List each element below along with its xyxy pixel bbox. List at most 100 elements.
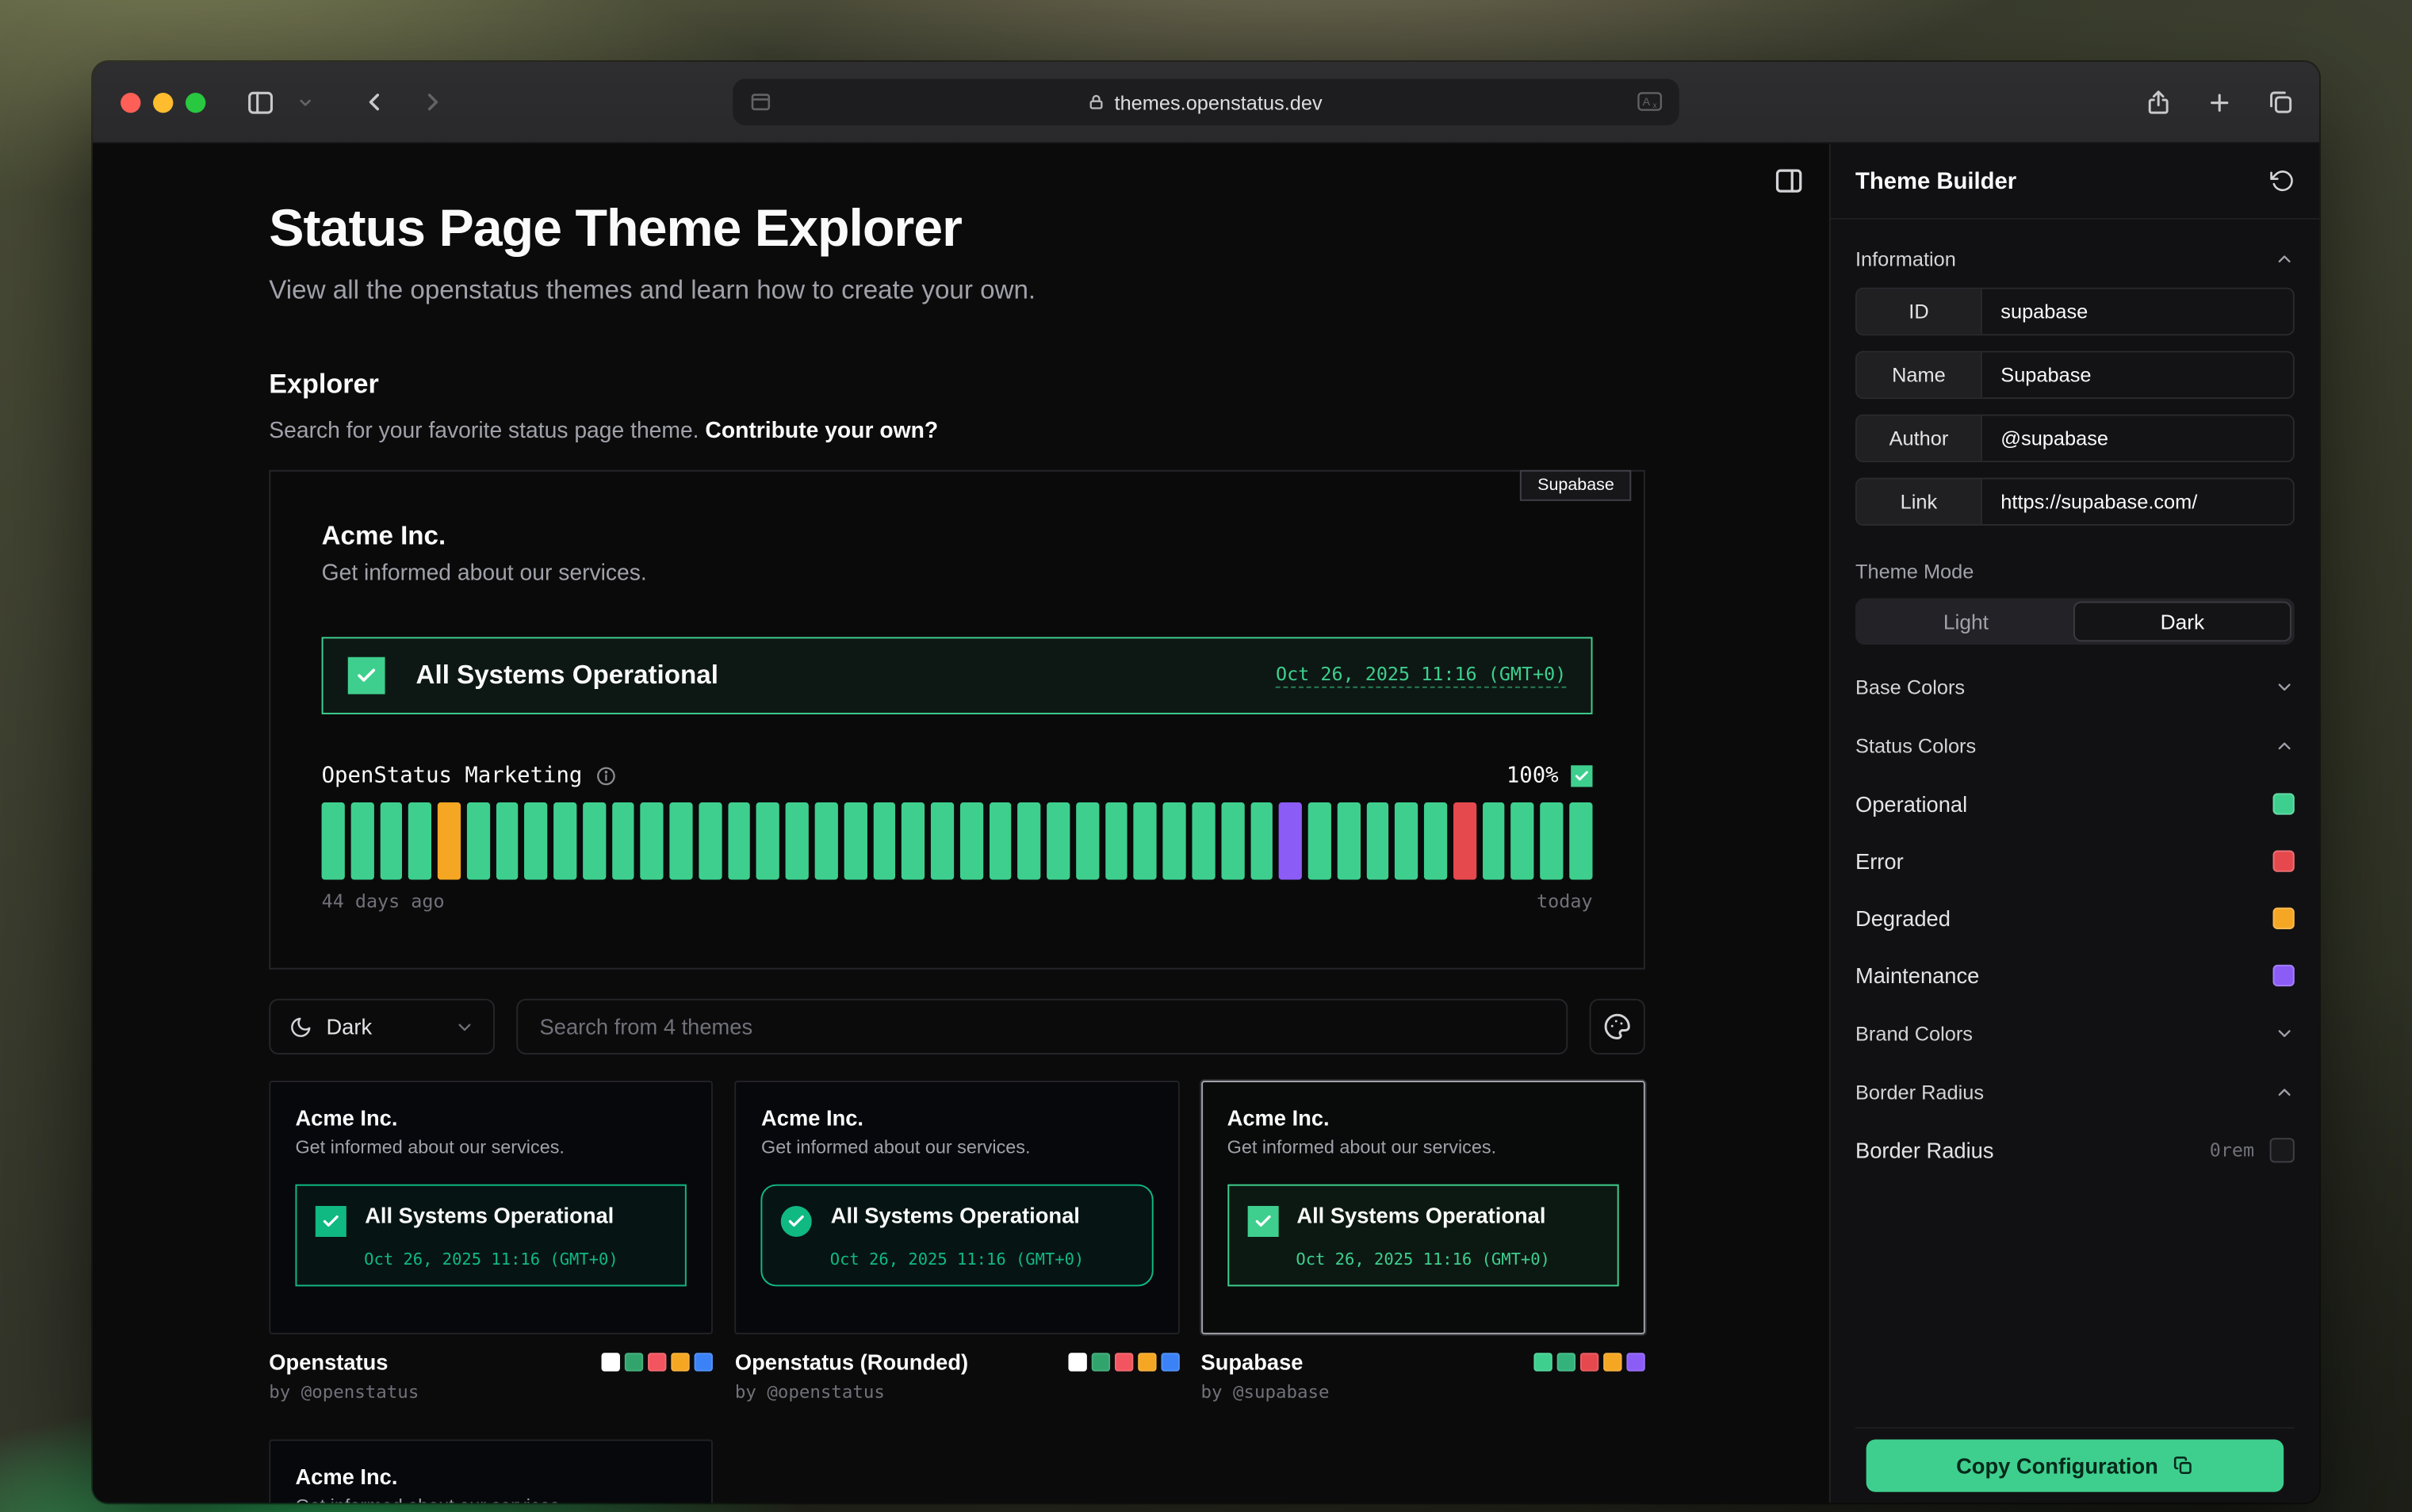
mini-status-label: All Systems Operational	[1296, 1201, 1545, 1231]
status-banner-timestamp[interactable]: Oct 26, 2025 11:16 (GMT+0)	[1276, 664, 1566, 688]
status-color-swatch[interactable]	[2273, 850, 2295, 871]
share-icon[interactable]	[2145, 87, 2173, 117]
tracker-bar	[350, 802, 373, 880]
contribute-link[interactable]: Contribute your own?	[705, 419, 938, 443]
desktop: themes.openstatus.dev Ax	[0, 0, 2412, 1512]
status-color-swatch[interactable]	[2273, 964, 2295, 986]
svg-text:x: x	[1653, 101, 1657, 110]
chevron-down-icon	[2274, 676, 2294, 696]
tracker-bar	[844, 802, 867, 880]
status-banner: All Systems Operational Oct 26, 2025 11:…	[322, 637, 1593, 714]
theme-name[interactable]: Openstatus	[269, 1349, 388, 1374]
theme-swatch	[625, 1353, 643, 1371]
tracker-bar	[1279, 802, 1302, 880]
info-field-label: ID	[1857, 289, 1982, 335]
forward-icon[interactable]	[419, 88, 446, 116]
new-tab-icon[interactable]	[2207, 89, 2233, 115]
tracker-bar	[438, 802, 461, 880]
mini-status-banner: All Systems Operational Oct 26, 2025 11:…	[761, 1185, 1153, 1287]
section-status-colors[interactable]: Status Colors	[1855, 716, 2295, 775]
main-content: Status Page Theme Explorer View all the …	[93, 144, 1829, 1502]
uptime-tracker	[322, 802, 1593, 880]
section-brand-colors[interactable]: Brand Colors	[1855, 1004, 2295, 1062]
theme-mode-dropdown[interactable]: Dark	[269, 999, 495, 1055]
theme-builder-panel: Theme Builder Information	[1829, 144, 2319, 1502]
page-menu-icon[interactable]	[748, 90, 773, 114]
panel-toggle-icon[interactable]	[1774, 166, 1805, 197]
theme-swatch	[1557, 1353, 1575, 1371]
tracker-bar	[612, 802, 635, 880]
info-field-label: Link	[1857, 480, 1982, 525]
zoom-window-button[interactable]	[186, 92, 205, 112]
status-color-swatch[interactable]	[2273, 792, 2295, 813]
explorer-description-text: Search for your favorite status page the…	[269, 419, 699, 443]
theme-name[interactable]: Supabase	[1200, 1349, 1303, 1374]
close-window-button[interactable]	[121, 92, 140, 112]
section-label: Information	[1855, 247, 1956, 270]
moon-icon	[289, 1015, 312, 1038]
theme-author: by @supabase	[1200, 1380, 1644, 1402]
theme-grid: Acme Inc. Get informed about our service…	[269, 1081, 1645, 1403]
tracker-bar	[322, 802, 345, 880]
theme-name[interactable]: Openstatus (Rounded)	[735, 1349, 968, 1374]
theme-swatch	[602, 1353, 620, 1371]
theme-card-openstatus-rounded[interactable]: Acme Inc. Get informed about our service…	[735, 1081, 1179, 1334]
info-field-value[interactable]: https://supabase.com/	[1982, 480, 2293, 525]
url-bar[interactable]: themes.openstatus.dev Ax	[733, 78, 1679, 124]
theme-card-openstatus[interactable]: Acme Inc. Get informed about our service…	[269, 1081, 713, 1334]
svg-text:A: A	[1643, 96, 1651, 109]
mini-company-name: Acme Inc.	[761, 1105, 1153, 1130]
back-icon[interactable]	[360, 88, 388, 116]
tracker-bar	[960, 802, 983, 880]
info-field-value[interactable]: supabase	[1982, 289, 2293, 335]
theme-preview-card: Supabase Acme Inc. Get informed about ou…	[269, 470, 1645, 970]
chevron-down-icon[interactable]	[297, 94, 313, 110]
info-field-value[interactable]: @supabase	[1982, 416, 2293, 461]
section-information[interactable]: Information	[1855, 229, 2295, 288]
tracker-bar	[1221, 802, 1244, 880]
explorer-controls: Dark	[269, 999, 1645, 1055]
section-border-radius[interactable]: Border Radius	[1855, 1062, 2295, 1121]
theme-search-input[interactable]	[516, 999, 1568, 1055]
theme-card-supabase[interactable]: Acme Inc. Get informed about our service…	[1200, 1081, 1644, 1334]
tracker-bar	[902, 802, 925, 880]
uptime-check-icon	[1571, 765, 1592, 787]
mini-status-timestamp: Oct 26, 2025 11:16 (GMT+0)	[316, 1251, 667, 1269]
theme-swatch	[1114, 1353, 1132, 1371]
tab-overview-icon[interactable]	[2267, 88, 2295, 116]
theme-meta-openstatus: Openstatus by @openstatus	[269, 1349, 713, 1402]
palette-button[interactable]	[1590, 999, 1645, 1055]
theme-color-swatches	[602, 1353, 713, 1371]
translate-icon[interactable]: Ax	[1636, 90, 1664, 114]
minimize-window-button[interactable]	[153, 92, 173, 112]
border-radius-input[interactable]	[2270, 1137, 2295, 1162]
palette-icon	[1603, 1012, 1631, 1040]
theme-swatch	[1091, 1353, 1109, 1371]
copy-configuration-button[interactable]: Copy Configuration	[1866, 1439, 2284, 1491]
theme-swatch	[649, 1353, 667, 1371]
mini-status-timestamp: Oct 26, 2025 11:16 (GMT+0)	[1247, 1251, 1598, 1269]
builder-title: Theme Builder	[1855, 168, 2016, 194]
theme-mode-label: Theme Mode	[1855, 560, 2295, 583]
info-icon[interactable]	[595, 765, 616, 787]
theme-swatch	[672, 1353, 690, 1371]
status-color-label: Operational	[1855, 790, 1967, 815]
status-color-swatch[interactable]	[2273, 907, 2295, 928]
tracker-bar	[1018, 802, 1041, 880]
browser-titlebar: themes.openstatus.dev Ax	[93, 62, 2319, 144]
info-field: Author @supabase	[1855, 415, 2295, 462]
theme-mode-dark[interactable]: Dark	[2073, 602, 2291, 642]
status-color-row: Error	[1855, 832, 2295, 889]
tracker-bar	[756, 802, 779, 880]
info-field-value[interactable]: Supabase	[1982, 353, 2293, 398]
sidebar-toggle-icon[interactable]	[246, 87, 275, 117]
check-icon	[781, 1206, 812, 1237]
tracker-bar	[786, 802, 809, 880]
theme-mode-light[interactable]: Light	[1859, 602, 2073, 642]
reset-icon[interactable]	[2270, 169, 2295, 193]
theme-color-swatches	[1068, 1353, 1179, 1371]
theme-card-partial[interactable]: Acme Inc. Get informed about our service…	[269, 1439, 713, 1502]
section-base-colors[interactable]: Base Colors	[1855, 657, 2295, 716]
check-icon	[316, 1206, 346, 1237]
tracker-bar	[815, 802, 838, 880]
